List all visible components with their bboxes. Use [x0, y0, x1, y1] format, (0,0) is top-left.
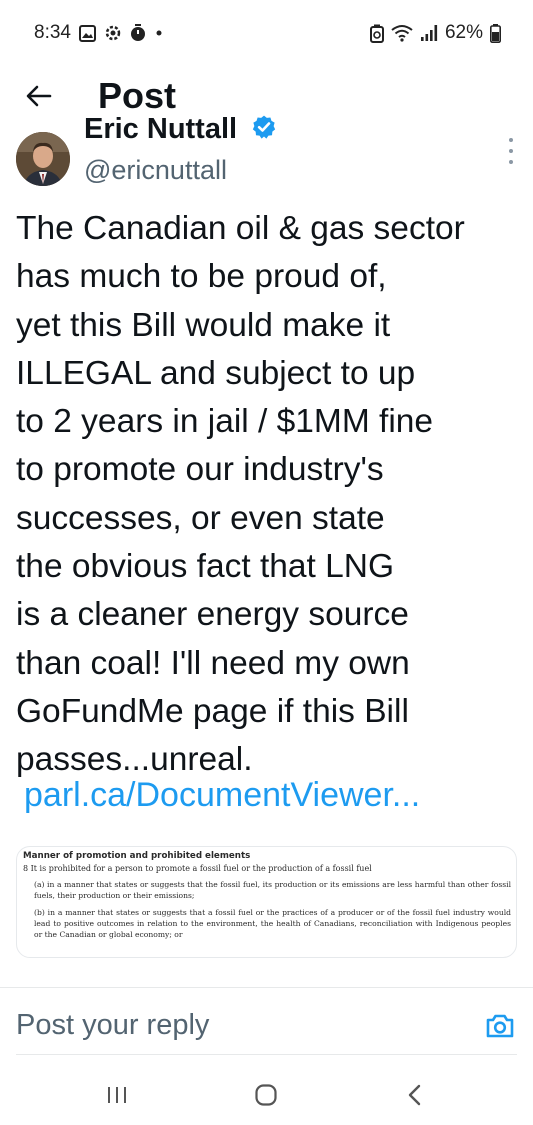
post-text-line: GoFundMe page if this Bill — [16, 692, 409, 730]
status-left: 8:34 — [34, 22, 164, 44]
status-time: 8:34 — [34, 22, 71, 43]
post-text-line: yet this Bill would make it — [16, 306, 391, 344]
post-text-line: than coal! I'll need my own — [16, 644, 410, 682]
recent-apps-button[interactable] — [97, 1080, 137, 1110]
divider — [0, 987, 533, 988]
post-text-line: ILLEGAL and subject to up — [16, 354, 416, 392]
wifi-icon — [391, 24, 413, 42]
battery-percent: 62% — [444, 22, 483, 43]
author-name[interactable]: Eric Nuttall — [84, 113, 277, 146]
document-paragraph-b: (b) in a manner that states or suggests … — [34, 908, 511, 939]
page-title: Post — [98, 75, 177, 116]
reply-underline — [16, 1054, 517, 1055]
arrow-left-icon — [26, 85, 52, 107]
post-text-line: is a cleaner energy source — [16, 596, 409, 634]
post-text-line: to 2 years in jail / $1MM fine — [16, 403, 434, 441]
settings-icon — [104, 24, 122, 42]
document-heading: Manner of promotion and prohibited eleme… — [23, 851, 251, 861]
post-text-line: successes, or even state — [16, 499, 385, 537]
post-link[interactable]: parl.ca/DocumentViewer... — [24, 776, 420, 815]
camera-icon — [486, 1014, 514, 1038]
status-bar: 8:34 62% — [0, 0, 533, 66]
verified-badge-icon — [252, 115, 276, 139]
home-button[interactable] — [246, 1080, 286, 1110]
post-text: The Canadian oil & gas sector has much to… — [16, 205, 526, 785]
post-text-line: the obvious fact that LNG — [16, 548, 395, 586]
home-icon — [255, 1084, 277, 1106]
more-dots-icon — [509, 138, 513, 142]
more-options-button[interactable] — [503, 138, 519, 164]
system-back-button[interactable] — [395, 1080, 435, 1110]
attached-image[interactable]: Manner of promotion and prohibited eleme… — [16, 846, 517, 958]
author-handle[interactable]: @ericnuttall — [84, 155, 227, 186]
status-right: 62% — [369, 22, 501, 44]
avatar[interactable] — [16, 132, 70, 186]
document-paragraph-a: (a) in a manner that states or suggests … — [34, 880, 511, 900]
post-text-line: The Canadian oil & gas sector — [16, 210, 465, 247]
back-button[interactable] — [0, 66, 74, 126]
gallery-icon — [78, 24, 96, 42]
author-name-text[interactable]: Eric Nuttall — [84, 113, 237, 145]
signal-icon — [420, 24, 438, 42]
recent-apps-icon — [108, 1087, 126, 1103]
back-icon — [408, 1084, 421, 1106]
post-text-line: to promote our industry's — [16, 451, 384, 489]
camera-button[interactable] — [485, 1012, 515, 1040]
timer-icon — [130, 24, 146, 42]
battery-icon — [490, 23, 501, 43]
dot-icon — [154, 28, 164, 38]
reply-input[interactable]: Post your reply — [16, 1009, 209, 1042]
post-text-line: has much to be proud of, — [16, 258, 387, 296]
battery-saver-icon — [369, 24, 384, 43]
document-section: 8 It is prohibited for a person to promo… — [23, 864, 372, 873]
